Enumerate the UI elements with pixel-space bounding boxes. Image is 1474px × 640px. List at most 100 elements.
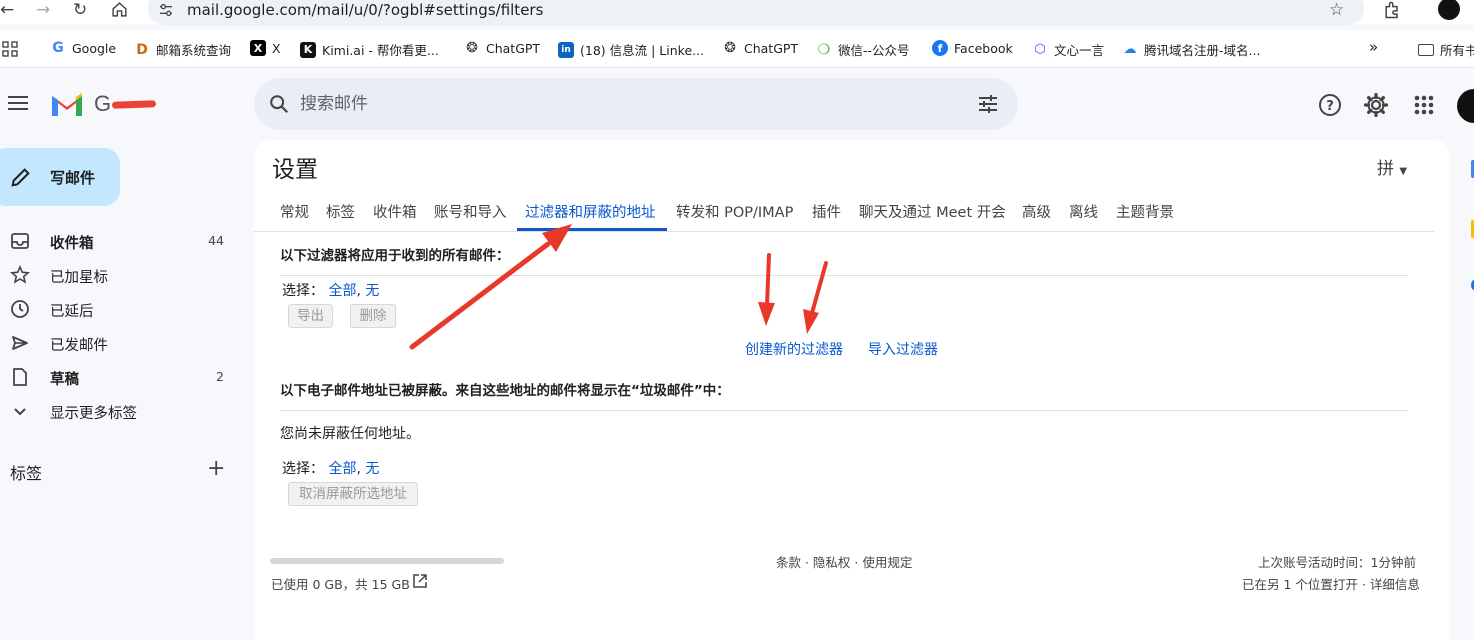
bookmark-google[interactable]: G Google [50,40,116,56]
open-elsewhere-details[interactable]: 已在另 1 个位置打开 · 详细信息 [1242,574,1420,593]
account-avatar[interactable] [1457,89,1474,123]
external-link-icon[interactable] [412,573,428,589]
sidebar-item-label: 收件箱 [50,236,94,252]
filters-select-row: 选择： 全部, 无 [282,280,379,300]
tab-filters-blocked[interactable]: 过滤器和屏蔽的地址 [525,201,656,222]
svg-text:?: ? [1326,99,1334,114]
storage-usage: 已使用 0 GB，共 15 GB [271,577,410,592]
select-none-link[interactable]: 无 [365,283,379,299]
forward-icon[interactable]: → [36,0,50,20]
search-input[interactable] [300,92,900,116]
chatgpt-icon: ❂ [724,40,736,56]
sidebar-item-label: 显示更多标签 [50,406,137,422]
gmail-logo-icon[interactable] [50,90,84,118]
tab-inbox[interactable]: 收件箱 [373,201,417,222]
separator: , [356,461,361,477]
tencent-cloud-icon: ☁ [1123,42,1137,57]
tab-chat-meet[interactable]: 聊天及通过 Meet 开会 [859,201,1006,222]
gmail-wordmark: G [94,91,112,116]
bookmark-linkedin[interactable]: in (18) 信息流 | Linke... [558,40,704,59]
filters-heading: 以下过滤器将应用于收到的所有邮件： [280,248,510,264]
url-text[interactable]: mail.google.com/mail/u/0/?ogbl#settings/… [187,0,543,20]
bookmark-tencent-domain[interactable]: ☁ 腾讯域名注册-域名... [1122,40,1261,59]
d-icon: D [136,41,148,58]
search-options-icon[interactable] [976,92,1000,116]
site-settings-icon[interactable] [158,2,174,18]
bookmark-kimi[interactable]: K Kimi.ai - 帮你看更... [300,40,439,59]
profile-avatar[interactable] [1438,0,1460,20]
wenxin-icon: ⬡ [1034,42,1046,57]
redaction-mark [111,100,157,109]
create-filter-link[interactable]: 创建新的过滤器 [745,339,843,359]
sidebar-item-label: 已加星标 [50,270,108,286]
sidebar-item-label: 已发邮件 [50,338,108,354]
bookmark-chatgpt-1[interactable]: ❂ ChatGPT [464,40,540,56]
unblock-selected-button[interactable]: 取消屏蔽所选地址 [288,482,418,506]
facebook-icon: f [932,40,948,56]
bookmark-x[interactable]: XX [250,40,281,56]
horizontal-scrollbar[interactable] [270,558,504,564]
all-bookmarks[interactable]: 所有书 [1418,40,1474,59]
bookmark-facebook[interactable]: f Facebook [932,40,1013,56]
divider [280,275,1408,276]
sidebar-item-inbox[interactable]: 收件箱 44 [0,226,238,256]
bookmarks-more[interactable]: » [1369,38,1378,56]
select-label: 选择： [282,283,324,299]
bookmark-wechat[interactable]: ❍ 微信--公众号 [816,40,910,59]
delete-button[interactable]: 删除 [350,304,396,328]
export-button[interactable]: 导出 [288,304,333,328]
help-icon[interactable]: ? [1316,91,1344,119]
draft-icon [13,368,27,386]
linkedin-icon: in [558,41,574,58]
bookmark-mail-query[interactable]: D 邮箱系统查询 [134,40,231,59]
sidebar-item-drafts[interactable]: 草稿 2 [0,362,238,392]
reload-icon[interactable]: ↻ [73,0,87,20]
sidebar-item-snoozed[interactable]: 已延后 [0,294,238,324]
tab-forwarding-pop-imap[interactable]: 转发和 POP/IMAP [676,201,793,222]
blocked-select-row: 选择： 全部, 无 [282,458,379,478]
extensions-icon[interactable] [1382,0,1402,20]
labels-heading: 标签 [10,464,43,483]
page-title: 设置 [272,157,318,183]
bookmarks-bar: G Google D 邮箱系统查询 XX K Kimi.ai - 帮你看更... ❂ C… [0,30,1474,68]
sidebar-item-label: 已延后 [50,304,94,320]
tab-accounts-import[interactable]: 账号和导入 [434,201,507,222]
clock-icon [11,300,29,318]
select-all-link[interactable]: 全部 [328,283,356,299]
tab-advanced[interactable]: 高级 [1022,201,1051,222]
pencil-icon [11,168,30,187]
select-all-link[interactable]: 全部 [328,461,356,477]
input-tools-menu[interactable]: 拼 ▼ [1377,154,1407,179]
last-activity: 上次账号活动时间：1分钟前 [1258,555,1416,570]
sidebar-item-more-labels[interactable]: 显示更多标签 [0,396,238,426]
input-tools-label: 拼 [1377,159,1394,179]
import-filters-link[interactable]: 导入过滤器 [868,339,938,359]
unread-count: 44 [208,233,224,248]
tab-labels[interactable]: 标签 [326,201,355,222]
star-icon [10,265,30,284]
apps-grid-icon[interactable] [2,41,18,57]
tab-themes[interactable]: 主题背景 [1116,201,1174,222]
kimi-icon: K [300,41,316,58]
policy-links[interactable]: 条款 · 隐私权 · 使用规定 [776,552,912,571]
inbox-icon [11,233,29,249]
home-icon[interactable] [111,1,128,18]
chevron-down-icon: ▼ [1399,166,1408,177]
back-icon[interactable]: ← [0,0,14,20]
search-icon[interactable] [268,93,290,115]
bookmark-wenxin[interactable]: ⬡ 文心一言 [1032,40,1104,59]
select-none-link[interactable]: 无 [365,461,379,477]
google-apps-icon[interactable] [1410,91,1438,119]
add-label-icon[interactable]: + [207,456,225,481]
tab-addons[interactable]: 插件 [812,201,841,222]
tab-offline[interactable]: 离线 [1069,201,1098,222]
sidebar-item-starred[interactable]: 已加星标 [0,260,238,290]
bookmark-chatgpt-2[interactable]: ❂ ChatGPT [722,40,798,56]
chevron-down-icon [14,408,26,416]
settings-gear-icon[interactable] [1362,91,1390,119]
main-menu-icon[interactable] [8,92,34,116]
bookmark-star-icon[interactable]: ☆ [1329,0,1344,20]
x-icon: X [250,40,266,56]
sidebar-item-sent[interactable]: 已发邮件 [0,328,238,358]
tab-general[interactable]: 常规 [280,201,309,222]
